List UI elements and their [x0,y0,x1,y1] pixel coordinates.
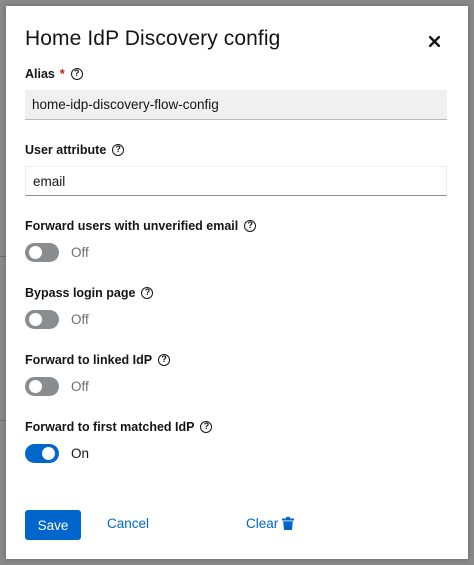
first-matched-idp-label: Forward to first matched IdP [25,420,195,434]
unverified-email-state: Off [71,245,89,260]
help-icon[interactable]: ? [112,144,125,156]
required-marker: * [59,67,65,81]
modal-title: Home IdP Discovery config [25,27,281,50]
linked-idp-label: Forward to linked IdP [25,353,153,367]
linked-idp-state: Off [71,379,89,394]
toggle-knob [29,380,42,393]
bypass-login-toggle[interactable] [25,310,59,329]
alias-input[interactable] [25,90,447,120]
alias-label: Alias [25,67,55,81]
unverified-email-label: Forward users with unverified email [25,219,239,233]
close-button[interactable] [424,31,444,51]
toggle-knob [29,246,42,259]
clear-button[interactable]: Clear [246,516,295,531]
user-attribute-label: User attribute [25,143,107,157]
toggle-knob [29,313,42,326]
help-icon[interactable]: ? [158,354,171,366]
close-icon [428,35,440,47]
user-attribute-label-row: User attribute ? [25,143,125,157]
unverified-email-toggle[interactable] [25,243,59,262]
linked-idp-label-row: Forward to linked IdP ? [25,353,171,367]
bypass-login-label-row: Bypass login page ? [25,286,154,300]
alias-label-row: Alias * ? [25,67,83,81]
bypass-login-state: Off [71,312,89,327]
help-icon[interactable]: ? [244,220,257,232]
cancel-button[interactable]: Cancel [107,516,149,531]
unverified-email-label-row: Forward users with unverified email ? [25,219,257,233]
save-button[interactable]: Save [25,510,81,540]
user-attribute-input[interactable] [25,166,447,196]
toggle-knob [42,447,55,460]
config-modal: Home IdP Discovery config Alias * ? User… [6,6,468,559]
first-matched-idp-state: On [71,446,90,461]
bypass-login-label: Bypass login page [25,286,136,300]
first-matched-idp-toggle[interactable] [25,444,59,463]
help-icon[interactable]: ? [141,287,154,299]
linked-idp-toggle[interactable] [25,377,59,396]
clear-label: Clear [246,516,279,531]
help-icon[interactable]: ? [200,421,213,433]
first-matched-idp-label-row: Forward to first matched IdP ? [25,420,213,434]
trash-icon [282,517,295,530]
help-icon[interactable]: ? [70,68,83,80]
